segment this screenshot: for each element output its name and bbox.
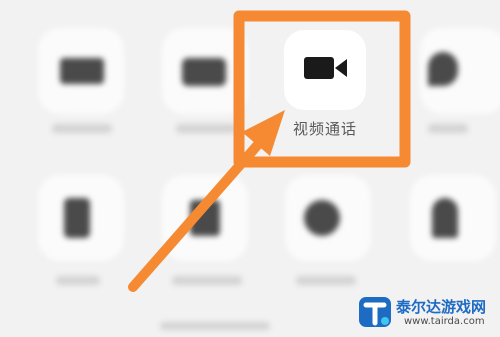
watermark-site-name: 泰尔达游戏网: [396, 298, 487, 316]
arrow-shaft: [128, 135, 267, 292]
watermark-url: www.tairda.com: [404, 316, 485, 327]
annotation-overlay: [128, 10, 411, 292]
tairda-logo-icon: [359, 297, 391, 327]
watermark: 泰尔达游戏网 www.tairda.com: [356, 293, 498, 335]
